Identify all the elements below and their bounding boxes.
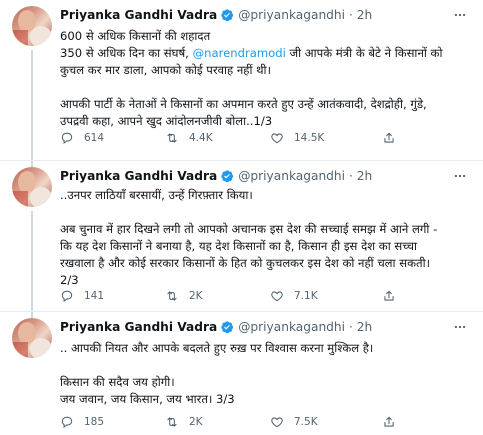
tweet-header: Priyanka Gandhi Vadra @priyankagandhi · … (60, 167, 372, 185)
text-line: ..उनपर लाठियाँ बरसायीं, उन्हें गिरफ़्तार… (60, 188, 253, 202)
text-line: 350 से अधिक दिन का संघर्ष, @narendramodi… (60, 45, 470, 62)
text-segment: 350 से अधिक दिन का संघर्ष, (60, 46, 193, 60)
text-segment: जी आपके मंत्री के बेटे ने किसानों को (285, 46, 443, 60)
reply-count: 185 (84, 416, 105, 428)
tweet-text: ..उनपर लाठियाँ बरसायीं, उन्हें गिरफ़्तार… (60, 187, 470, 289)
tweet-header: Priyanka Gandhi Vadra @priyankagandhi · … (60, 6, 372, 24)
tweet-3[interactable]: Priyanka Gandhi Vadra @priyankagandhi · … (0, 312, 483, 435)
reply-icon (61, 132, 73, 144)
text-line: अब चुनाव में हार दिखने लगी तो आपको अचानक… (60, 222, 438, 236)
share-icon (384, 132, 394, 143)
retweet-count: 4.4K (189, 132, 213, 144)
reply-button[interactable]: 141 (60, 288, 104, 304)
verified-badge-icon (221, 9, 234, 22)
reply-button[interactable]: 614 (60, 130, 104, 146)
retweet-count: 2K (189, 416, 203, 428)
reply-count: 614 (84, 132, 105, 144)
retweet-count: 2K (189, 290, 203, 302)
text-line: कुचल कर मार डाला, आपको कोई परवाह नहीं थी… (60, 63, 271, 77)
author-handle[interactable]: @priyankagandhi (238, 320, 345, 334)
like-count: 14.5K (294, 132, 325, 144)
thread-line (31, 50, 33, 160)
retweet-button[interactable]: 2K (165, 414, 203, 430)
author-name[interactable]: Priyanka Gandhi Vadra (60, 169, 217, 183)
share-button[interactable] (382, 130, 396, 146)
retweet-button[interactable]: 4.4K (165, 130, 213, 146)
tweet-time[interactable]: · 2h (349, 169, 372, 183)
text-line: जय जवान, जय किसान, जय भारत। 3/3 (60, 392, 235, 406)
reply-count: 141 (84, 290, 105, 302)
share-button[interactable] (382, 414, 396, 430)
share-icon (384, 416, 394, 427)
retweet-button[interactable]: 2K (165, 288, 203, 304)
author-handle[interactable]: @priyankagandhi (238, 8, 345, 22)
like-icon (271, 417, 283, 428)
text-line: किसान की सदैव जय होगी। (60, 375, 175, 389)
tweet-actions: 141 2K 7.1K (60, 288, 470, 304)
tweet-1[interactable]: Priyanka Gandhi Vadra @priyankagandhi · … (0, 0, 483, 160)
mention-link[interactable]: @narendramodi (193, 46, 286, 60)
like-count: 7.1K (294, 290, 318, 302)
like-icon (271, 291, 283, 302)
more-icon[interactable] (451, 320, 469, 334)
like-button[interactable]: 14.5K (270, 130, 324, 146)
thread-line (31, 211, 33, 311)
tweet-text: 600 से अधिक किसानों की शहादत 350 से अधिक… (60, 28, 470, 130)
reply-button[interactable]: 185 (60, 414, 104, 430)
tweet-time[interactable]: · 2h (349, 8, 372, 22)
avatar[interactable] (12, 318, 52, 358)
more-icon[interactable] (451, 169, 469, 183)
author-name[interactable]: Priyanka Gandhi Vadra (60, 320, 217, 334)
text-line: आपकी पार्टी के नेताओं ने किसानों का अपमा… (60, 97, 427, 111)
like-icon (271, 133, 283, 144)
reply-icon (61, 290, 73, 302)
text-line: 2/3 (60, 273, 79, 287)
verified-badge-icon (221, 170, 234, 183)
text-line: उपद्रवी कहा, आपने खुद आंदोलनजीवी बोला..1… (60, 114, 273, 128)
more-icon[interactable] (451, 8, 469, 22)
reply-icon (61, 416, 73, 428)
text-line: रखवाला है और कोई सरकार किसानों के हित को… (60, 256, 430, 270)
avatar[interactable] (12, 6, 52, 46)
like-count: 7.5K (294, 416, 318, 428)
avatar[interactable] (12, 167, 52, 207)
author-handle[interactable]: @priyankagandhi (238, 169, 345, 183)
tweet-time[interactable]: · 2h (349, 320, 372, 334)
verified-badge-icon (221, 321, 234, 334)
text-line: 600 से अधिक किसानों की शहादत (60, 29, 211, 43)
share-icon (384, 290, 394, 301)
like-button[interactable]: 7.5K (270, 414, 318, 430)
tweet-text: .. आपकी नियत और आपके बदलते हुए रुख़ पर व… (60, 340, 470, 408)
author-name[interactable]: Priyanka Gandhi Vadra (60, 8, 217, 22)
text-line: कि यह देश किसानों ने बनाया है, यह देश कि… (60, 239, 417, 253)
retweet-icon (167, 417, 177, 427)
tweet-actions: 185 2K 7.5K (60, 414, 470, 430)
like-button[interactable]: 7.1K (270, 288, 318, 304)
tweet-header: Priyanka Gandhi Vadra @priyankagandhi · … (60, 318, 372, 336)
retweet-icon (167, 291, 177, 301)
text-line: .. आपकी नियत और आपके बदलते हुए रुख़ पर व… (60, 341, 374, 355)
retweet-icon (167, 133, 177, 143)
share-button[interactable] (382, 288, 396, 304)
tweet-2[interactable]: Priyanka Gandhi Vadra @priyankagandhi · … (0, 161, 483, 311)
tweet-actions: 614 4.4K 14.5K (60, 130, 470, 146)
